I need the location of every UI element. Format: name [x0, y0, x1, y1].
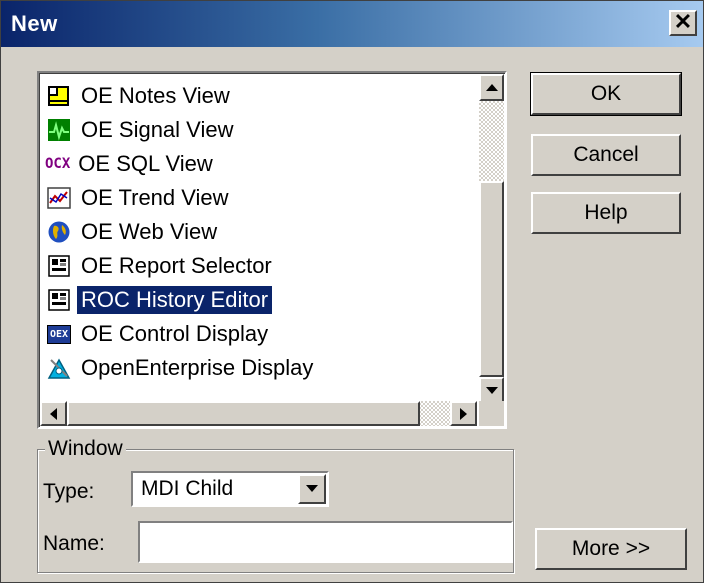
close-button[interactable]: ✕ [669, 10, 697, 36]
title-bar[interactable]: New ✕ [1, 1, 703, 47]
list-item-oe-signal-view[interactable]: OE Signal View [45, 113, 470, 147]
scroll-down-button[interactable] [479, 377, 504, 404]
ocx-icon: OCX [45, 156, 71, 172]
type-dropdown-button[interactable] [298, 474, 326, 504]
arrow-up-icon [485, 83, 498, 91]
horizontal-scrollbar[interactable] [40, 401, 477, 426]
display-icon [45, 354, 73, 382]
vertical-scrollbar[interactable] [479, 74, 504, 404]
list-item-openenterprise-display[interactable]: OpenEnterprise Display [45, 351, 470, 385]
scroll-corner [479, 401, 504, 426]
hscroll-thumb[interactable] [67, 401, 420, 426]
scroll-up-button[interactable] [479, 74, 504, 101]
trend-icon [45, 184, 73, 212]
scroll-thumb[interactable] [479, 181, 504, 377]
oex-icon: OEX [45, 320, 73, 348]
type-combobox[interactable]: MDI Child [131, 471, 329, 507]
more-button[interactable]: More >> [535, 528, 687, 570]
arrow-down-icon [485, 386, 498, 394]
name-label: Name: [43, 532, 105, 555]
scroll-left-button[interactable] [40, 401, 67, 426]
list-item-oe-report-selector[interactable]: OE Report Selector [45, 249, 470, 283]
list-item-oe-sql-view[interactable]: OCX OE SQL View [45, 147, 470, 181]
new-dialog: New ✕ OE Notes View OE Signal View OCX O… [0, 0, 704, 583]
arrow-left-icon [49, 407, 57, 420]
list-item-roc-history-editor[interactable]: ROC History Editor [45, 283, 470, 317]
list-item-oe-control-display[interactable]: OEX OE Control Display [45, 317, 470, 351]
report-icon [45, 252, 73, 280]
cancel-button[interactable]: Cancel [531, 134, 681, 176]
dialog-title: New [11, 11, 58, 36]
list-item-oe-web-view[interactable]: OE Web View [45, 215, 470, 249]
report-icon [45, 286, 73, 314]
list-item-oe-notes-view[interactable]: OE Notes View [45, 79, 470, 113]
oex-badge: OEX [46, 324, 72, 344]
list-item-oe-trend-view[interactable]: OE Trend View [45, 181, 470, 215]
type-value: MDI Child [141, 477, 234, 500]
globe-icon [45, 218, 73, 246]
name-input[interactable] [138, 521, 513, 563]
help-button[interactable]: Help [531, 192, 681, 234]
type-label: Type: [43, 480, 95, 503]
ok-button[interactable]: OK [530, 72, 682, 116]
scroll-right-button[interactable] [450, 401, 477, 426]
arrow-right-icon [459, 407, 467, 420]
list-items: OE Notes View OE Signal View OCX OE SQL … [45, 79, 470, 385]
view-type-list[interactable]: OE Notes View OE Signal View OCX OE SQL … [37, 71, 507, 429]
window-group-legend: Window [45, 437, 126, 461]
chevron-down-icon [306, 485, 318, 492]
signal-icon [45, 116, 73, 144]
notes-icon [45, 82, 73, 110]
